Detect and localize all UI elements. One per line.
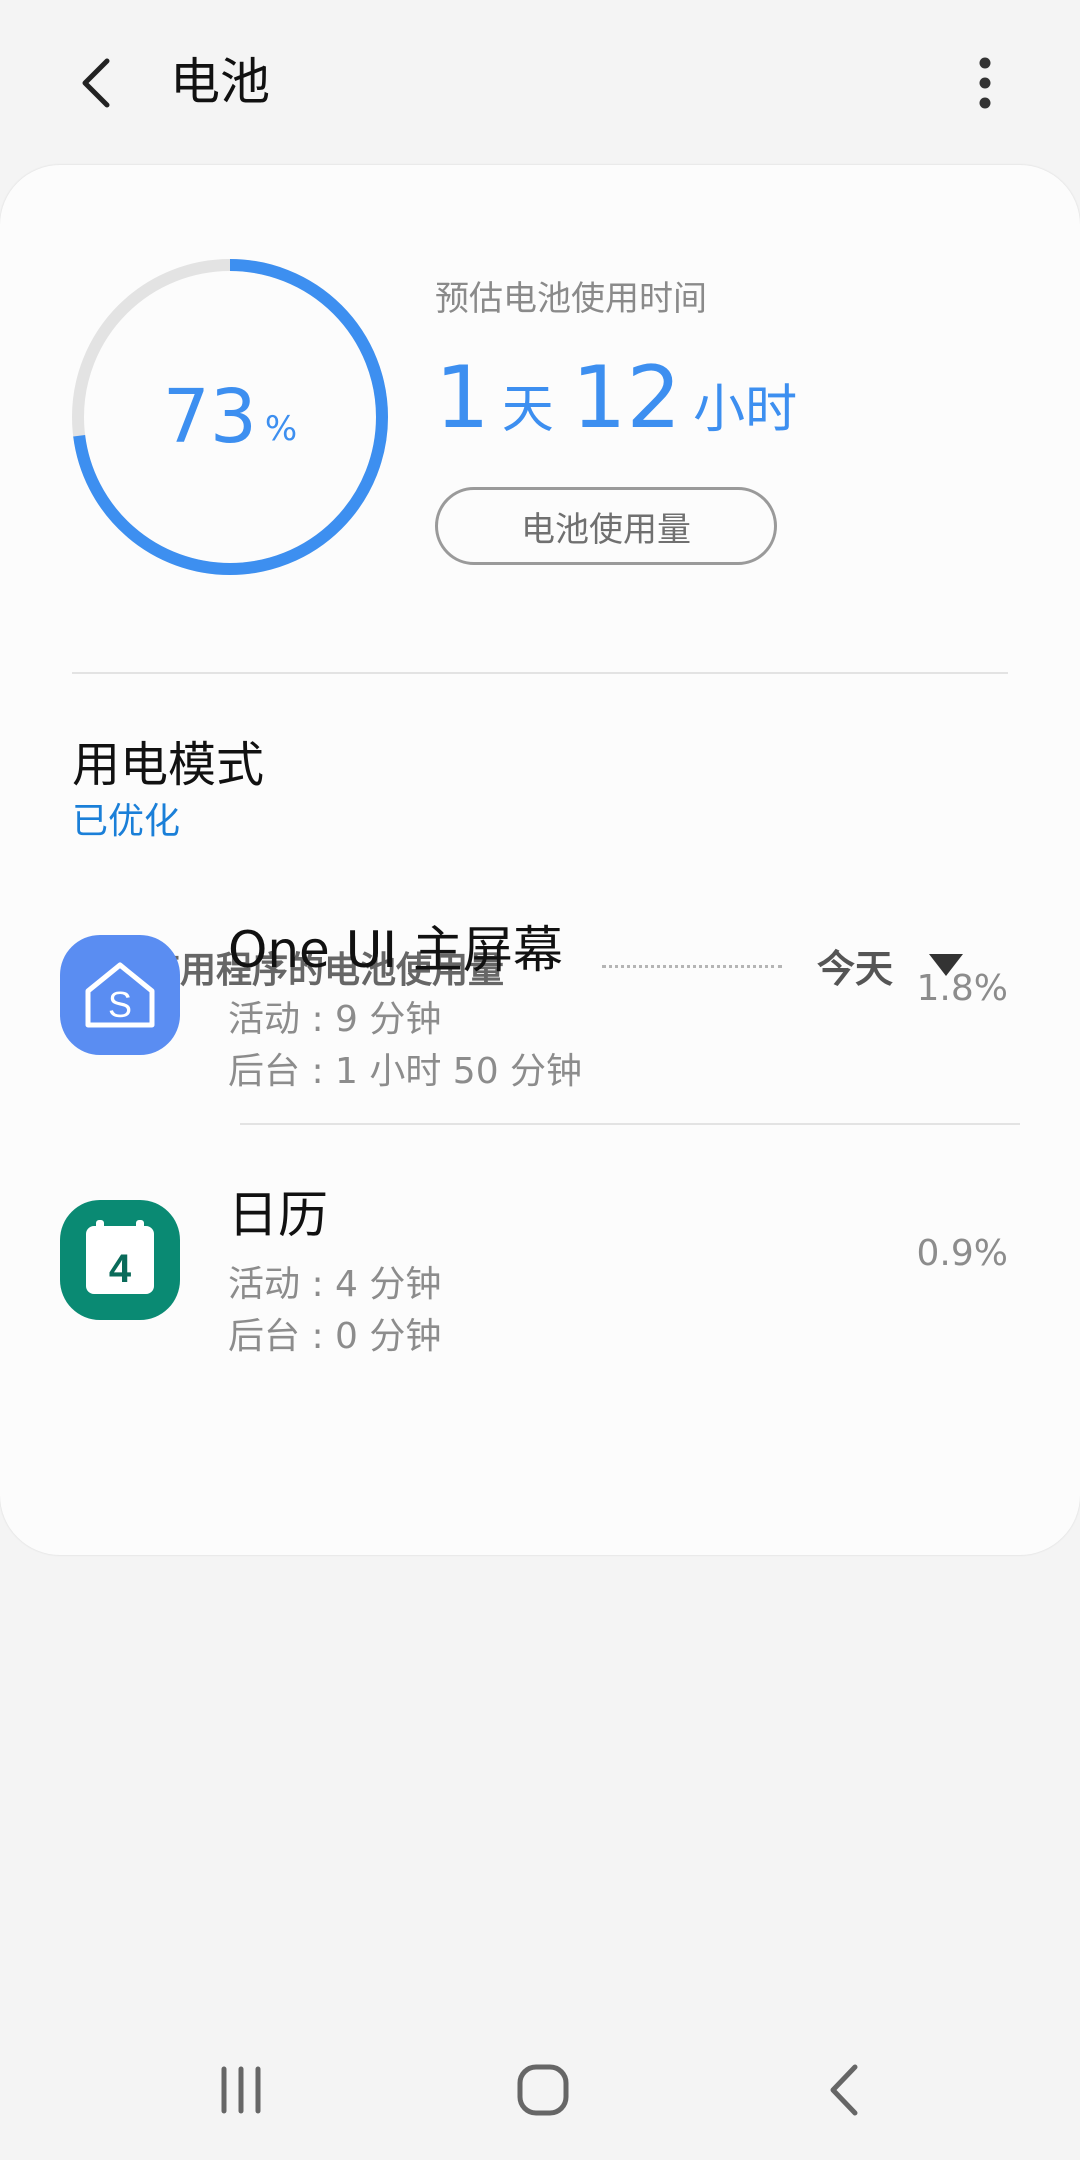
svg-text:S: S — [108, 984, 132, 1025]
power-mode-title[interactable]: 用电模式 — [72, 725, 264, 795]
list-divider — [240, 1123, 1020, 1125]
divider — [72, 672, 1008, 674]
app-name: One UI 主屏幕 — [228, 921, 563, 979]
calendar-icon: 4 — [60, 1200, 180, 1320]
app-row-one-ui-home[interactable]: S One UI 主屏幕 活动 : 9 分钟 后台 : 1 小时 50 分钟 1… — [0, 890, 1080, 1092]
estimate-hours-unit: 小时 — [693, 380, 798, 440]
battery-percent-unit: % — [264, 409, 298, 449]
power-mode-value: 已优化 — [72, 801, 181, 842]
more-options-button[interactable] — [960, 45, 1010, 120]
app-name: 日历 — [228, 1186, 328, 1244]
estimate-days-unit: 天 — [501, 380, 554, 440]
recents-button[interactable] — [196, 2050, 286, 2130]
back-arrow-icon — [82, 58, 110, 107]
estimate-hours: 12 — [571, 348, 682, 448]
home-button[interactable] — [498, 2050, 588, 2130]
battery-level-ring: 73 % — [70, 257, 390, 577]
recents-icon — [221, 2066, 261, 2114]
home-icon — [517, 2064, 569, 2116]
app-active-time: 活动 : 4 分钟 — [228, 1264, 442, 1305]
app-background-time: 后台 : 1 小时 50 分钟 — [228, 1051, 583, 1092]
estimate-days: 1 — [435, 348, 490, 448]
navigation-bar — [0, 2020, 1080, 2160]
home-s-icon: S — [60, 935, 180, 1055]
app-usage-percent: 0.9% — [916, 1233, 1008, 1274]
app-active-time: 活动 : 9 分钟 — [228, 999, 442, 1040]
nav-back-icon — [830, 2064, 858, 2116]
nav-back-button[interactable] — [800, 2050, 890, 2130]
app-bar: 电池 — [0, 0, 1080, 165]
page-title: 电池 — [170, 53, 270, 111]
estimate-label: 预估电池使用时间 — [435, 279, 707, 319]
more-vert-icon — [979, 57, 991, 108]
estimate-time: 1 天 12 小时 — [435, 355, 815, 442]
app-background-time: 后台 : 0 分钟 — [228, 1316, 442, 1357]
svg-text:4: 4 — [109, 1247, 132, 1291]
battery-usage-button[interactable]: 电池使用量 — [435, 487, 777, 565]
app-usage-percent: 1.8% — [916, 968, 1008, 1009]
battery-percent: 73 — [162, 374, 257, 460]
app-row-calendar[interactable]: 4 日历 活动 : 4 分钟 后台 : 0 分钟 0.9% — [0, 1155, 1080, 1357]
back-button[interactable] — [62, 45, 132, 120]
